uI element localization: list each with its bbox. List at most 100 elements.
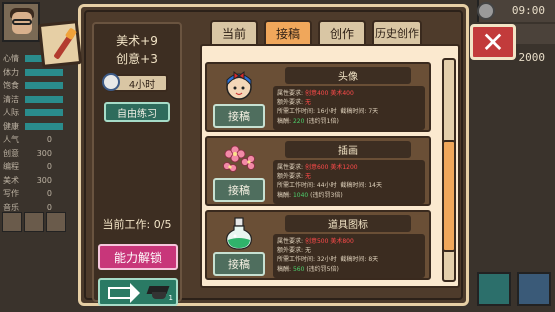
- avatar-glasses: [12, 19, 32, 25]
- take-commission-button[interactable]: 接稿: [213, 104, 265, 128]
- clock-icon: [102, 73, 120, 91]
- work-time: 所需工作时间: 32小时: [277, 256, 337, 264]
- req-label: 属性要求:: [277, 164, 304, 171]
- skill-label: 人气: [3, 135, 19, 145]
- skill-label: 写作: [3, 189, 19, 199]
- current-work-count: 当前工作: 0/5: [102, 218, 172, 231]
- take-commission-button[interactable]: 接稿: [213, 252, 265, 276]
- status-bar: [25, 68, 63, 76]
- clock-icon: [477, 2, 495, 20]
- art-brush-icon: [37, 20, 83, 68]
- practice-gains: 美术+9 创意+3: [94, 32, 180, 68]
- skill-label: 编程: [3, 162, 19, 172]
- commission-card: 接稿 插画 属性要求: 创意600 美术1200 额外要求: 无 所需工作时间:…: [205, 136, 431, 206]
- deadline: 截稿时间: 7天: [340, 108, 379, 116]
- tab-history[interactable]: 历史创作: [372, 20, 422, 46]
- practice-panel: 美术+9 创意+3 4小时 自由练习 当前工作: 0/5 能力解锁 1: [92, 22, 182, 306]
- status-bar: [25, 82, 63, 90]
- status-bar: [25, 122, 63, 130]
- status-label: 饱食: [3, 81, 19, 91]
- status-label: 人际: [3, 108, 19, 118]
- pen-tool-icon[interactable]: [477, 272, 511, 306]
- req-value: 创意500 美术800: [304, 238, 354, 245]
- card-info: 属性要求: 创意400 美术400 额外要求: 无 所需工作时间: 16小时 截…: [273, 86, 425, 130]
- pay-note: (违约罚3倍): [310, 191, 343, 199]
- thermometer-icon[interactable]: [2, 212, 22, 232]
- free-practice-button[interactable]: 自由练习: [104, 102, 170, 122]
- wrench-icon[interactable]: [517, 272, 551, 306]
- pay-note: (违约罚5倍): [306, 265, 339, 273]
- skill-row: 写作 0: [0, 187, 70, 201]
- extra-value: 无: [304, 99, 311, 107]
- status-label: 心情: [3, 54, 19, 64]
- deadline: 截稿时间: 14天: [340, 182, 382, 190]
- card-title: 插画: [285, 141, 411, 158]
- education-badge: 1: [168, 294, 173, 302]
- pay-label: 稿酬:: [277, 265, 292, 273]
- status-row: 体力: [0, 66, 70, 80]
- pay-value: 220: [292, 117, 305, 125]
- time-display: 09:00: [477, 0, 555, 22]
- extra-label: 额外要求:: [277, 99, 304, 107]
- skill-value: 300: [36, 175, 52, 185]
- card-title: 道具图标: [285, 215, 411, 232]
- skill-label: 创意: [3, 148, 19, 158]
- status-bar: [25, 95, 63, 103]
- bed-icon[interactable]: [24, 212, 44, 232]
- scrollbar-thumb[interactable]: [442, 140, 456, 252]
- potion-icon: [226, 217, 252, 250]
- skill-row: 创意 300: [0, 147, 70, 161]
- flowers-icon: [223, 145, 255, 172]
- card-title: 头像: [285, 67, 411, 84]
- extra-label: 额外要求:: [277, 173, 304, 181]
- player-avatar[interactable]: [2, 2, 40, 42]
- commission-card: 接稿 道具图标 属性要求: 创意500 美术800 额外要求: 无 所需工作时间…: [205, 210, 431, 280]
- graduation-cap-base: [152, 292, 166, 299]
- pay-label: 稿酬:: [277, 191, 292, 199]
- gain-art: 美术+9: [116, 34, 158, 48]
- gain-creativity: 创意+3: [116, 52, 158, 66]
- take-commission-button[interactable]: 接稿: [213, 178, 265, 202]
- sun-icon[interactable]: [46, 212, 66, 232]
- practice-duration: 4小时: [102, 73, 168, 92]
- bottom-left-icons: [2, 212, 66, 232]
- status-row: 饱食: [0, 79, 70, 93]
- status-label: 清洁: [3, 94, 19, 104]
- tab-commission[interactable]: 接稿: [264, 20, 312, 46]
- work-time: 所需工作时间: 16小时: [277, 108, 337, 116]
- arrow-right-icon: [130, 283, 140, 303]
- right-bottom-tools: [475, 262, 555, 312]
- req-value: 创意400 美术400: [304, 90, 354, 97]
- money-text: 2000: [518, 51, 546, 64]
- education-button[interactable]: 1: [98, 278, 178, 306]
- commission-card: 接稿 头像 属性要求: 创意400 美术400 额外要求: 无 所需工作时间: …: [205, 62, 431, 132]
- tab-current[interactable]: 当前: [210, 20, 258, 46]
- tab-create[interactable]: 创作: [318, 20, 366, 46]
- skill-row: 编程 0: [0, 160, 70, 174]
- modal-tabs: 当前 接稿 创作 历史创作: [210, 20, 422, 46]
- pay-value: 560: [292, 265, 305, 273]
- status-row: 健康: [0, 120, 70, 134]
- ability-unlock-button[interactable]: 能力解锁: [98, 244, 178, 270]
- extra-value: 无: [304, 173, 311, 181]
- req-label: 属性要求:: [277, 238, 304, 245]
- status-bar: [25, 109, 63, 117]
- extra-value: 无: [304, 247, 311, 255]
- skill-row: 美术 300: [0, 174, 70, 188]
- status-row: 清洁: [0, 93, 70, 107]
- deadline: 截稿时间: 8天: [340, 256, 379, 264]
- card-info: 属性要求: 创意600 美术1200 额外要求: 无 所需工作时间: 44小时 …: [273, 160, 425, 204]
- pay-note: (违约罚1倍): [306, 117, 339, 125]
- time-text: 09:00: [511, 4, 545, 17]
- skill-label: 美术: [3, 175, 19, 185]
- skill-value: 0: [46, 189, 52, 199]
- close-button[interactable]: ✕: [470, 24, 516, 60]
- skill-value: 0: [46, 135, 52, 145]
- skill-value: 300: [36, 148, 52, 158]
- card-info: 属性要求: 创意500 美术800 额外要求: 无 所需工作时间: 32小时 截…: [273, 234, 425, 278]
- arrow-icon-shaft: [108, 287, 132, 299]
- skill-row: 人气 0: [0, 133, 70, 147]
- status-label: 体力: [3, 67, 19, 77]
- work-time: 所需工作时间: 44小时: [277, 182, 337, 190]
- status-label: 健康: [3, 121, 19, 131]
